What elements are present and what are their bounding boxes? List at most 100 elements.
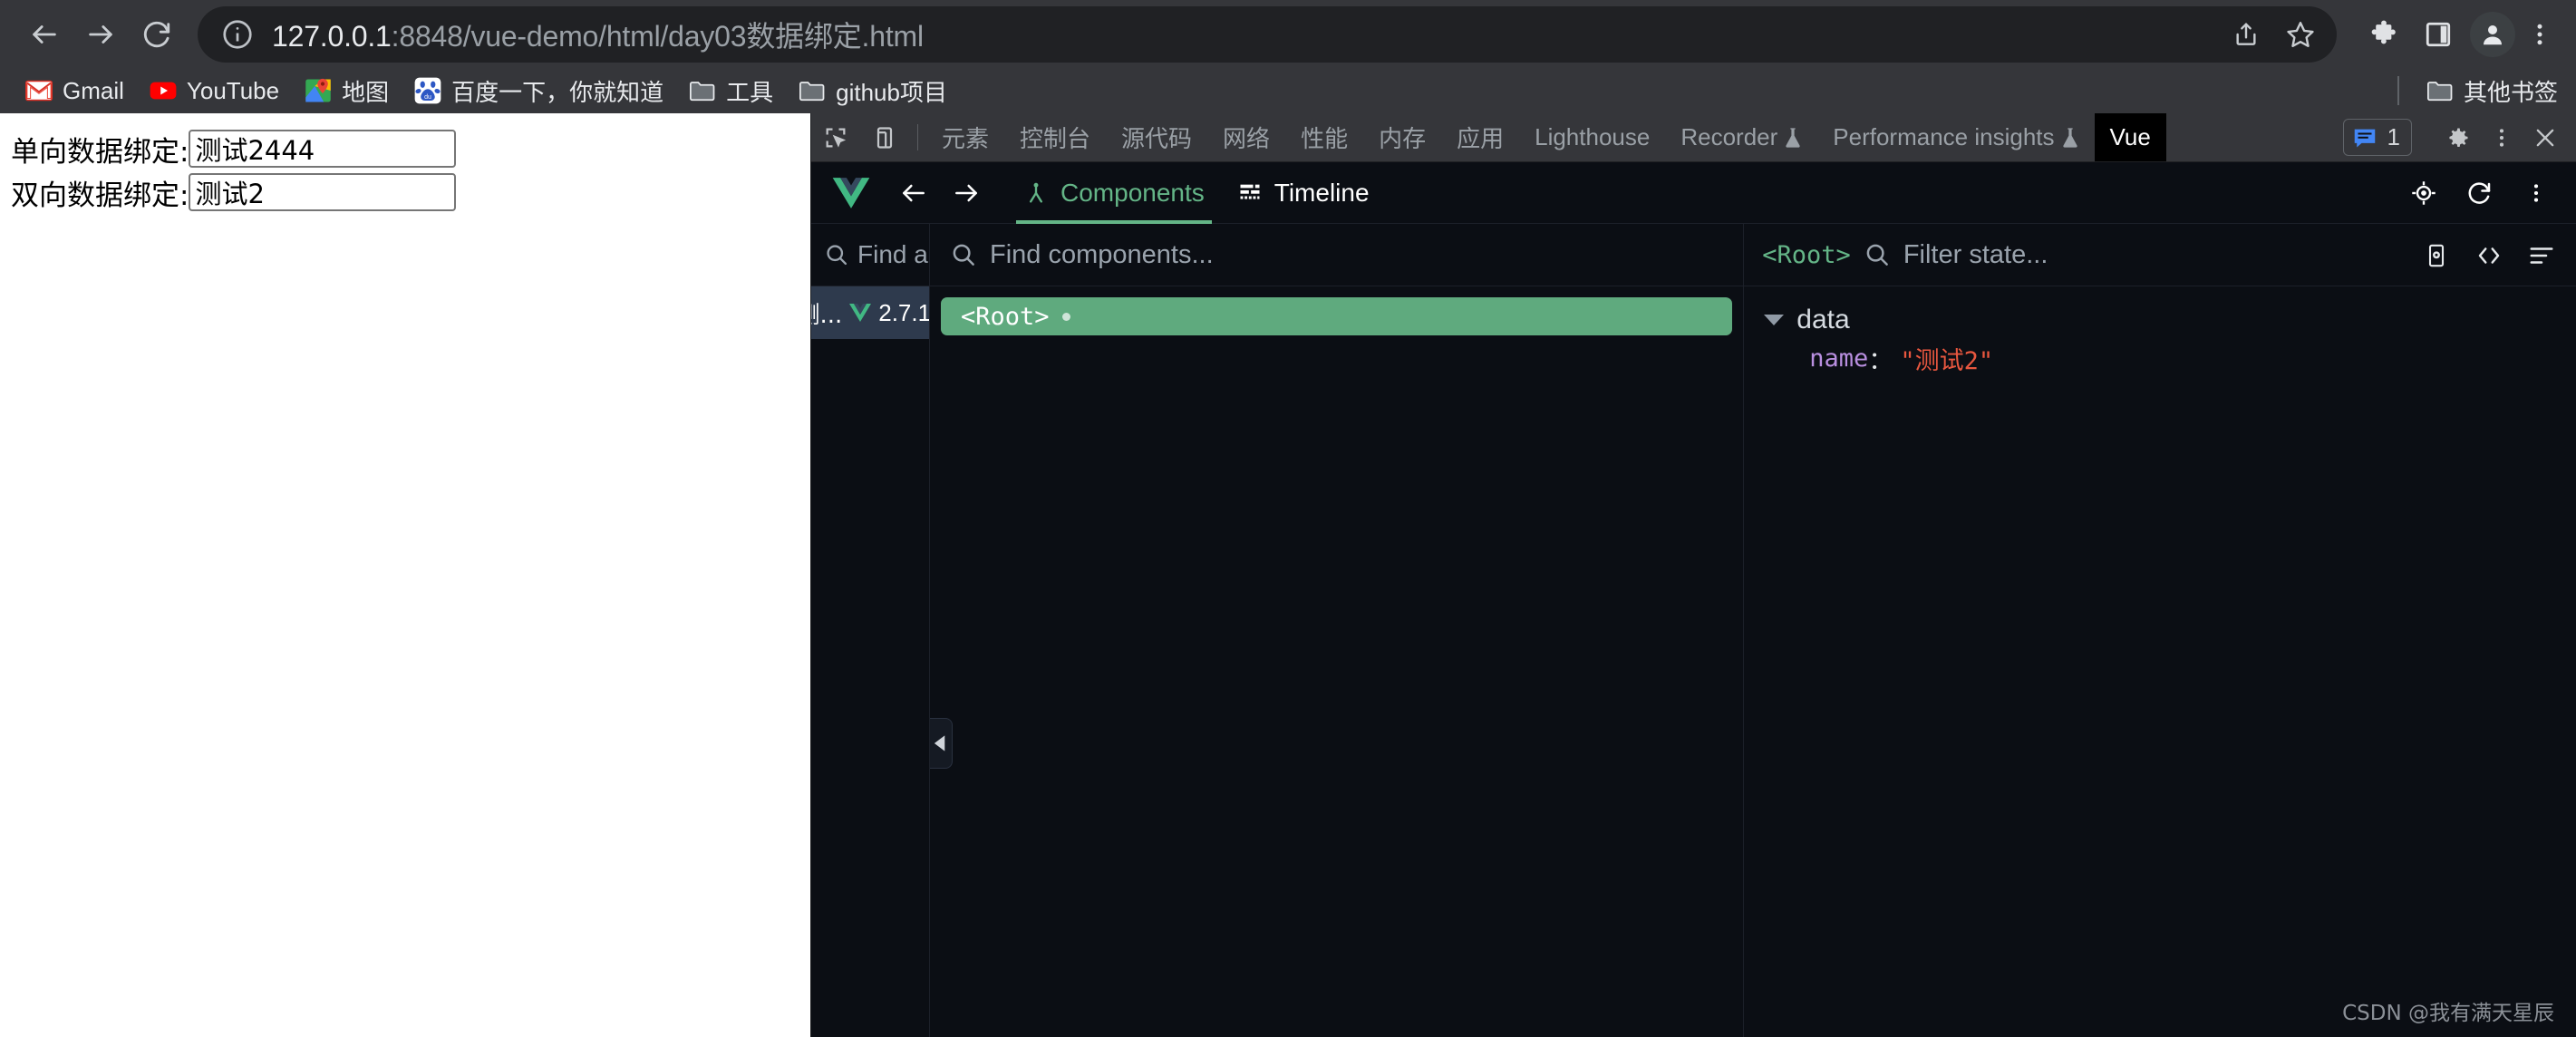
state-group-data[interactable]: data	[1757, 301, 2576, 339]
profile-button[interactable]	[2465, 7, 2520, 62]
bookmark-baidu[interactable]: du 百度一下，你就知道	[402, 70, 676, 112]
avatar	[2470, 11, 2515, 57]
tab-performance[interactable]: 性能	[1285, 113, 1363, 161]
back-button[interactable]	[16, 6, 73, 63]
vue-more-button[interactable]	[2511, 168, 2561, 218]
vue-tab-label: Timeline	[1273, 178, 1370, 207]
other-bookmarks-button[interactable]: 其他书签	[2414, 70, 2571, 112]
tab-recorder[interactable]: Recorder	[1665, 113, 1817, 161]
two-way-binding-input[interactable]	[189, 173, 457, 211]
bookmark-label: 工具	[726, 78, 774, 106]
vue-back-button[interactable]	[887, 167, 940, 219]
select-device-icon	[2428, 244, 2445, 267]
page-content: 单向数据绑定: 双向数据绑定:	[0, 113, 810, 1037]
devtools-more-button[interactable]	[2480, 126, 2523, 150]
search-icon	[953, 244, 974, 266]
tab-vue[interactable]: Vue	[2094, 113, 2166, 161]
tab-label: Vue	[2109, 123, 2151, 150]
experimental-beaker-icon	[2062, 127, 2077, 148]
tab-memory[interactable]: 内存	[1363, 113, 1441, 161]
side-panel-icon	[2426, 22, 2451, 46]
side-panel-button[interactable]	[2411, 7, 2465, 62]
issues-count: 1	[2387, 123, 2400, 150]
component-tree-list: <Root>	[930, 286, 1743, 1037]
vue-more-icon	[2533, 184, 2539, 202]
open-in-editor-button[interactable]	[2464, 230, 2514, 281]
issues-button[interactable]: 1	[2342, 119, 2412, 156]
state-key: name	[1809, 344, 1869, 373]
address-bar[interactable]: 127.0.0.1:8848/vue-demo/html/day03数据绑定.h…	[198, 5, 2248, 63]
components-search-placeholder: Find components...	[990, 239, 1214, 269]
bookmark-youtube[interactable]: YouTube	[137, 73, 292, 110]
share-icon	[2236, 22, 2256, 45]
device-toolbar-icon	[876, 126, 893, 149]
bookmark-folder-github[interactable]: github项目	[786, 70, 960, 112]
state-value: "测试2"	[1900, 346, 1994, 375]
timeline-icon	[1240, 184, 1260, 199]
tab-label: 内存	[1379, 126, 1427, 153]
page-info-icon[interactable]	[221, 18, 254, 51]
vue-mini-logo-icon	[849, 304, 872, 322]
bookmark-maps[interactable]: 地图	[292, 70, 402, 112]
state-header: <Root> Filter state...	[1744, 224, 2576, 286]
vue-refresh-button[interactable]	[2455, 168, 2505, 218]
tab-network[interactable]: 网络	[1207, 113, 1285, 161]
tab-application[interactable]: 应用	[1441, 113, 1519, 161]
forward-button[interactable]	[73, 6, 129, 63]
viewport: 单向数据绑定: 双向数据绑定: 元素 控制台 源代码 网络 性能 内存 应用 L…	[0, 113, 2576, 1037]
two-way-binding-label: 双向数据绑定:	[11, 179, 189, 212]
tab-label: Performance insights	[1833, 123, 2055, 150]
svg-text:du: du	[424, 94, 431, 101]
inspect-element-icon	[826, 128, 847, 148]
inspect-element-button[interactable]	[811, 113, 860, 161]
baidu-icon: du	[414, 77, 441, 104]
state-row-name[interactable]: name： "测试2"	[1757, 339, 2576, 377]
tab-label: 元素	[942, 126, 990, 153]
vue-body: Find a 测... 2.7.14 Find components...	[811, 224, 2576, 1037]
bookmark-folder-tools[interactable]: 工具	[676, 70, 786, 112]
one-way-binding-input[interactable]	[189, 130, 457, 168]
tab-console[interactable]: 控制台	[1004, 113, 1106, 161]
app-instance-item[interactable]: 测... 2.7.14	[811, 286, 929, 339]
one-way-binding-row: 单向数据绑定:	[11, 128, 810, 170]
bookmark-label: Gmail	[63, 76, 124, 104]
browser-toolbar: 127.0.0.1:8848/vue-demo/html/day03数据绑定.h…	[0, 0, 2576, 68]
refresh-icon	[2468, 182, 2491, 204]
other-bookmarks-area: 其他书签	[2397, 68, 2576, 113]
tree-node-root[interactable]: <Root>	[941, 297, 1733, 335]
components-search-row[interactable]: Find components...	[930, 224, 1744, 286]
bookmark-button[interactable]	[2273, 7, 2328, 62]
vue-inspect-button[interactable]	[2398, 168, 2449, 218]
tab-sources[interactable]: 源代码	[1106, 113, 1207, 161]
vue-tab-components[interactable]: Components	[1007, 162, 1221, 224]
vue-header-actions	[2398, 162, 2561, 224]
chrome-menu-button[interactable]	[2520, 7, 2560, 62]
tab-elements[interactable]: 元素	[926, 113, 1004, 161]
youtube-icon	[150, 82, 177, 100]
tree-node-label: <Root>	[961, 302, 1050, 331]
select-device-button[interactable]	[2411, 230, 2462, 281]
tab-lighthouse[interactable]: Lighthouse	[1519, 113, 1665, 161]
vue-tab-timeline[interactable]: Timeline	[1221, 162, 1386, 224]
apps-search-row[interactable]: Find a	[811, 224, 929, 286]
devtools-settings-button[interactable]	[2436, 125, 2480, 150]
bookmark-gmail[interactable]: Gmail	[13, 73, 137, 110]
share-button[interactable]	[2219, 7, 2273, 62]
state-menu-button[interactable]	[2516, 230, 2567, 281]
device-toolbar-button[interactable]	[860, 113, 909, 161]
tab-performance-insights[interactable]: Performance insights	[1817, 113, 2094, 161]
reload-button[interactable]	[129, 6, 185, 63]
open-in-editor-icon	[2478, 247, 2500, 264]
forward-arrow-icon	[89, 24, 112, 44]
extensions-button[interactable]	[2357, 7, 2411, 62]
vue-forward-button[interactable]	[940, 167, 993, 219]
google-maps-icon	[305, 78, 331, 102]
state-selected-component: <Root>	[1762, 240, 1851, 269]
component-tree-pane: Find components... <Root>	[930, 224, 1745, 1037]
devtools-close-button[interactable]	[2523, 125, 2567, 150]
folder-icon	[2426, 82, 2453, 102]
vue-apps-sidebar: Find a 测... 2.7.14	[811, 224, 930, 1037]
vue-header: Components Timeline	[811, 162, 2576, 224]
omnibox-actions	[2219, 5, 2337, 63]
collapse-sidebar-handle[interactable]	[930, 718, 953, 769]
